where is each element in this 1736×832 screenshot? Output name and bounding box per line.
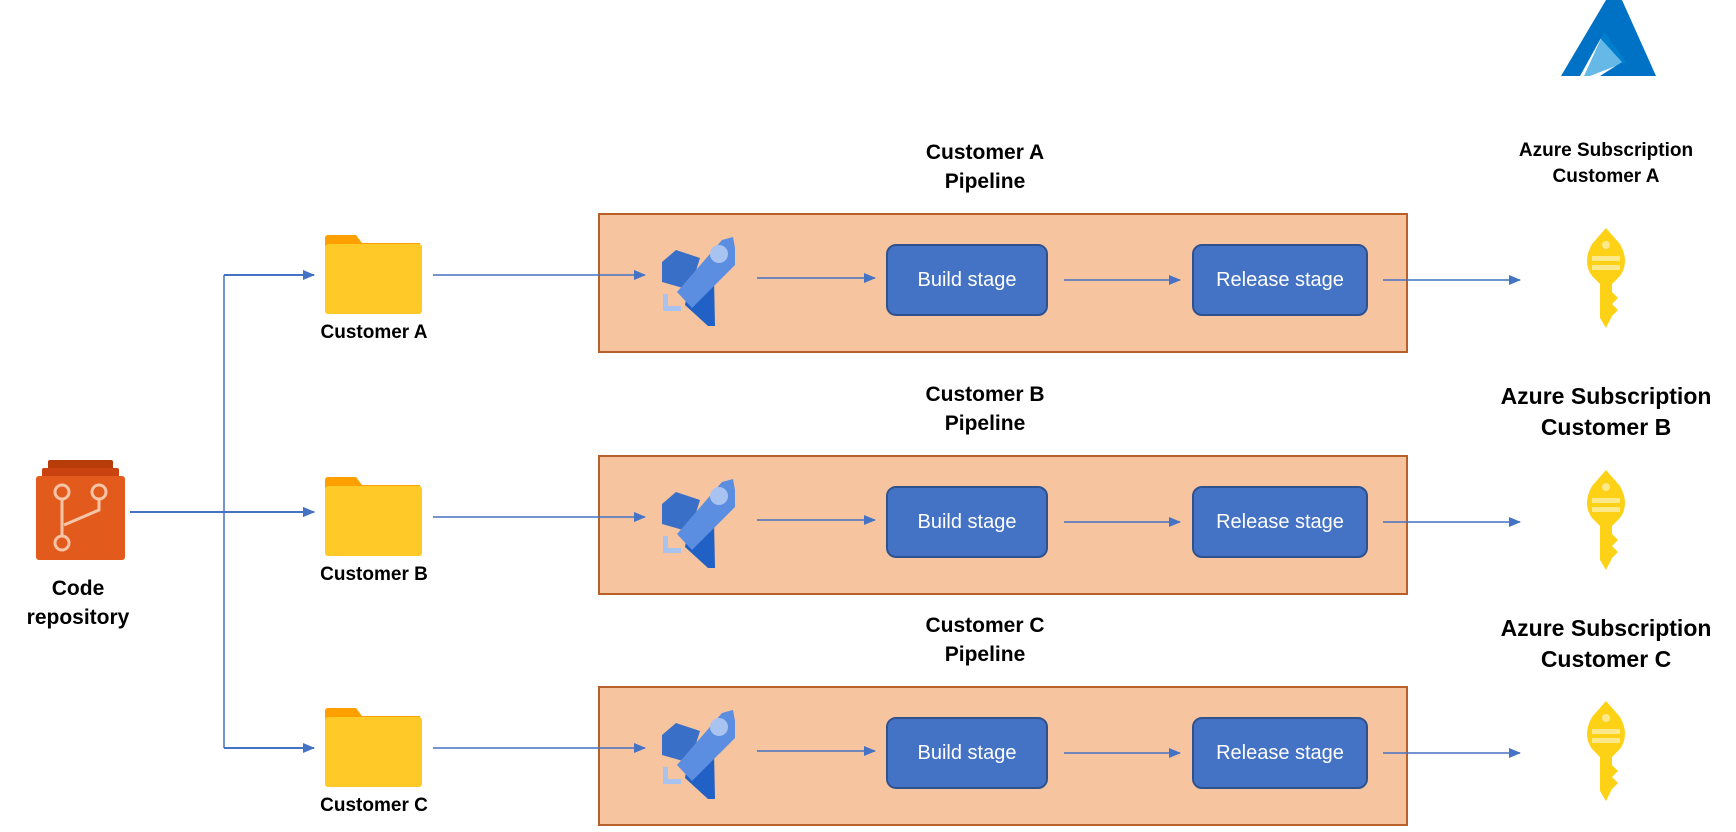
pipeline-title-line2: Pipeline	[944, 412, 1026, 435]
pipeline-title: Customer B Pipeline	[925, 380, 1044, 438]
subscription-line1: Azure Subscription	[1500, 615, 1712, 641]
folder-label: Customer C	[320, 795, 428, 816]
build-stage-label: Build stage	[917, 510, 1017, 533]
pipeline-title-line1: Customer A	[925, 141, 1045, 164]
subscription-label: Azure Subscription Customer B	[1501, 381, 1712, 443]
subscription-label: Azure Subscription Customer A	[1519, 138, 1693, 190]
release-stage-label: Release stage	[1216, 510, 1344, 533]
subscription-line2: Customer C	[1540, 646, 1672, 672]
folder-icon	[325, 235, 422, 314]
subscription-line2: Customer B	[1540, 414, 1672, 440]
row-shapes	[224, 235, 422, 314]
release-stage-label: Release stage	[1216, 268, 1344, 291]
repo-label-line1: Code	[51, 577, 105, 600]
build-stage-label: Build stage	[917, 741, 1017, 764]
pipeline-title-line1: Customer C	[925, 614, 1045, 637]
pipeline-title: Customer A Pipeline	[926, 138, 1044, 196]
pipeline-title-line2: Pipeline	[944, 643, 1026, 666]
row-shapes	[224, 477, 422, 556]
pipeline-title-line2: Pipeline	[944, 170, 1026, 193]
build-stage-button[interactable]: Build stage	[886, 244, 1048, 316]
repo-label-line2: repository	[26, 606, 130, 629]
build-stage-label: Build stage	[917, 268, 1017, 291]
azure-logo-icon	[1561, 0, 1656, 76]
git-repo-icon	[36, 460, 125, 560]
release-stage-button[interactable]: Release stage	[1192, 717, 1368, 789]
folder-icon	[325, 477, 422, 556]
folder-label: Customer B	[320, 564, 428, 585]
build-stage-button[interactable]: Build stage	[886, 486, 1048, 558]
folder-icon	[325, 708, 422, 787]
pipeline-title: Customer C Pipeline	[925, 611, 1044, 669]
release-stage-button[interactable]: Release stage	[1192, 244, 1368, 316]
subscription-line1: Azure Subscription	[1518, 140, 1694, 161]
build-stage-button[interactable]: Build stage	[886, 717, 1048, 789]
subscription-label: Azure Subscription Customer C	[1501, 613, 1712, 675]
row-shapes	[224, 708, 422, 787]
subscription-line1: Azure Subscription	[1500, 383, 1712, 409]
release-stage-button[interactable]: Release stage	[1192, 486, 1368, 558]
folder-label: Customer A	[320, 322, 428, 343]
repo-label: Code repository	[27, 574, 130, 632]
release-stage-label: Release stage	[1216, 741, 1344, 764]
pipeline-title-line1: Customer B	[925, 383, 1045, 406]
subscription-line2: Customer A	[1552, 166, 1660, 187]
